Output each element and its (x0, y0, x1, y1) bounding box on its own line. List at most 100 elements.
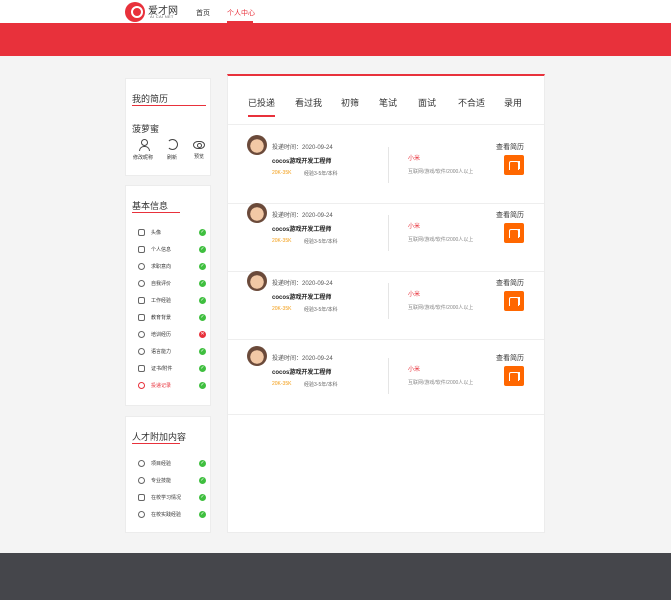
application-item[interactable]: 投递时间：2020-09-24 cocos游戏开发工程师 20K-35K 经验3… (228, 197, 544, 272)
avatar (247, 135, 267, 155)
company-logo-icon (504, 291, 524, 311)
job-requirements: 经验3-5年/本科 (304, 307, 338, 313)
person-icon (138, 139, 150, 151)
company-industry: 互联网/游戏/软件/2000人以上 (408, 169, 474, 175)
basic-item-avatar[interactable]: 头像 ✓ (136, 228, 206, 238)
nav-home[interactable]: 首页 (196, 8, 210, 18)
job-title[interactable]: cocos游戏开发工程师 (272, 292, 331, 301)
application-time: 投递时间：2020-09-24 (272, 356, 333, 362)
salary: 20K-35K (272, 170, 292, 176)
view-resume-link[interactable]: 查看简历 (496, 210, 524, 220)
salary: 20K-35K (272, 238, 292, 244)
graduation-cap-icon (138, 314, 145, 321)
basic-item-label: 自我评价 (151, 281, 172, 287)
basic-item-work-experience[interactable]: 工作经验 ✓ (136, 296, 206, 306)
chat-icon (138, 511, 145, 518)
basic-item-certificates[interactable]: 证书/附件 ✓ (136, 364, 206, 374)
job-title[interactable]: cocos游戏开发工程师 (272, 156, 331, 165)
avatar (247, 203, 267, 223)
company-name[interactable]: 小米 (408, 221, 420, 230)
refresh-icon (166, 139, 178, 150)
globe-icon (138, 348, 145, 355)
basic-item-personal-info[interactable]: 个人信息 ✓ (136, 245, 206, 255)
nav-personal-center[interactable]: 个人中心 (227, 8, 255, 18)
tab-applied[interactable]: 已投递 (248, 96, 275, 109)
view-resume-link[interactable]: 查看简历 (496, 353, 524, 363)
talent-extra-card: 人才附加内容 项目经验 ✓ 专业技能 ✓ 在校学习情况 ✓ 在校实践经验 ✓ (125, 416, 211, 533)
site-name-en: AI CAI NET (150, 14, 174, 19)
basic-info-title: 基本信息 (132, 201, 169, 211)
job-title[interactable]: cocos游戏开发工程师 (272, 367, 331, 376)
company-name[interactable]: 小米 (408, 364, 420, 373)
tab-unsuitable[interactable]: 不合适 (458, 96, 485, 109)
basic-item-label: 投递记录 (151, 383, 172, 389)
training-icon (138, 331, 145, 338)
extra-item-label: 在校学习情况 (151, 495, 182, 501)
company-name[interactable]: 小米 (408, 289, 420, 298)
basic-item-training[interactable]: 培训经历 ✕ (136, 330, 206, 340)
company-logo-icon (504, 366, 524, 386)
extra-item-skills[interactable]: 专业技能 ✓ (136, 476, 206, 486)
book-icon (138, 494, 145, 501)
extra-item-projects[interactable]: 项目经验 ✓ (136, 459, 206, 469)
tab-screening[interactable]: 初筛 (341, 96, 359, 109)
job-title[interactable]: cocos游戏开发工程师 (272, 224, 331, 233)
id-card-icon (138, 246, 145, 253)
company-logo-icon (504, 155, 524, 175)
star-icon (138, 280, 145, 287)
tab-viewed-me[interactable]: 看过我 (295, 96, 322, 109)
extra-item-school-practice[interactable]: 在校实践经验 ✓ (136, 510, 206, 520)
top-nav-bar: 爱才网 AI CAI NET 首页 个人中心 (0, 0, 671, 23)
tab-written-test[interactable]: 笔试 (379, 96, 397, 109)
basic-item-job-intent[interactable]: 求职意向 ✓ (136, 262, 206, 272)
salary: 20K-35K (272, 306, 292, 312)
title-underline (132, 443, 180, 444)
application-item[interactable]: 投递时间：2020-09-24 cocos游戏开发工程师 20K-35K 经验3… (228, 265, 544, 340)
basic-item-education[interactable]: 教育背景 ✓ (136, 313, 206, 323)
page-footer (0, 553, 671, 600)
view-resume-link[interactable]: 查看简历 (496, 278, 524, 288)
divider (388, 283, 389, 319)
tab-active-indicator (248, 115, 275, 117)
tie-icon (138, 263, 145, 270)
preview-button[interactable]: 预览 (184, 139, 214, 160)
company-name[interactable]: 小米 (408, 153, 420, 162)
basic-item-label: 教育背景 (151, 315, 172, 321)
basic-item-language[interactable]: 语言能力 ✓ (136, 347, 206, 357)
view-resume-link[interactable]: 查看简历 (496, 142, 524, 152)
briefcase-icon (138, 297, 145, 304)
extra-item-label: 在校实践经验 (151, 512, 182, 518)
basic-item-application-records[interactable]: 投递记录 ✓ (136, 381, 206, 391)
divider (388, 358, 389, 394)
tab-hired[interactable]: 录用 (504, 96, 522, 109)
application-item[interactable]: 投递时间：2020-09-24 cocos游戏开发工程师 20K-35K 经验3… (228, 129, 544, 204)
company-logo-icon (504, 223, 524, 243)
header-banner (0, 23, 671, 56)
extra-item-label: 专业技能 (151, 478, 172, 484)
check-icon: ✓ (199, 280, 206, 287)
basic-item-label: 个人信息 (151, 247, 172, 253)
edit-nickname-label: 修改昵称 (132, 155, 153, 161)
basic-item-label: 求职意向 (151, 264, 172, 270)
basic-info-card: 基本信息 头像 ✓ 个人信息 ✓ 求职意向 ✓ 自我评价 ✓ 工作经验 ✓ 教育… (125, 185, 211, 406)
tab-interview[interactable]: 面试 (418, 96, 436, 109)
basic-item-self-evaluation[interactable]: 自我评价 ✓ (136, 279, 206, 289)
site-logo-icon[interactable] (125, 2, 145, 22)
edit-nickname-button[interactable]: 修改昵称 (128, 139, 158, 161)
skill-icon (138, 477, 145, 484)
check-icon: ✓ (199, 382, 206, 389)
company-industry: 互联网/游戏/软件/2000人以上 (408, 305, 474, 311)
clock-icon (138, 382, 145, 389)
refresh-button[interactable]: 刷新 (157, 139, 187, 161)
application-item[interactable]: 投递时间：2020-09-24 cocos游戏开发工程师 20K-35K 经验3… (228, 340, 544, 415)
check-icon: ✓ (199, 229, 206, 236)
extra-item-school-study[interactable]: 在校学习情况 ✓ (136, 493, 206, 503)
check-icon: ✓ (199, 494, 206, 501)
check-icon: ✓ (199, 263, 206, 270)
basic-item-label: 工作经验 (151, 298, 172, 304)
preview-label: 预览 (193, 154, 204, 160)
avatar (247, 346, 267, 366)
check-icon: ✓ (199, 348, 206, 355)
salary: 20K-35K (272, 381, 292, 387)
company-industry: 互联网/游戏/软件/2000人以上 (408, 237, 474, 243)
